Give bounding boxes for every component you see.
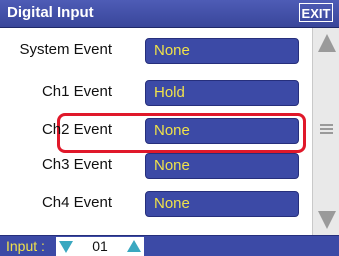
exit-button[interactable]: EXIT [299, 3, 333, 22]
triangle-down-icon [59, 241, 73, 253]
input-increment-button[interactable] [124, 237, 144, 256]
ch4-event-label: Ch4 Event [41, 194, 112, 211]
system-event-label: System Event [19, 41, 112, 58]
input-selector-bar: Input : 01 [0, 235, 339, 256]
ch2-event-label: Ch2 Event [41, 121, 112, 138]
title-bar: Digital Input EXIT [0, 0, 339, 28]
ch3-event-label: Ch3 Event [41, 156, 112, 173]
grip-lines-icon[interactable] [320, 124, 333, 134]
ch2-event-value[interactable]: None [145, 118, 299, 144]
input-number-value: 01 [76, 237, 124, 256]
ch1-event-label: Ch1 Event [41, 83, 112, 100]
input-decrement-button[interactable] [56, 237, 76, 256]
ch3-event-value[interactable]: None [145, 153, 299, 179]
system-event-value[interactable]: None [145, 38, 299, 64]
input-label: Input : [6, 238, 45, 254]
vertical-scrollbar[interactable] [312, 28, 339, 235]
digital-input-screen: Digital Input EXIT System Event None Ch1… [0, 0, 339, 256]
triangle-up-icon [127, 240, 141, 252]
window-title: Digital Input [7, 4, 94, 21]
settings-list: System Event None Ch1 Event Hold Ch2 Eve… [0, 28, 311, 235]
ch4-event-value[interactable]: None [145, 191, 299, 217]
ch1-event-value[interactable]: Hold [145, 80, 299, 106]
triangle-up-icon[interactable] [318, 34, 336, 52]
triangle-down-icon[interactable] [318, 211, 336, 229]
